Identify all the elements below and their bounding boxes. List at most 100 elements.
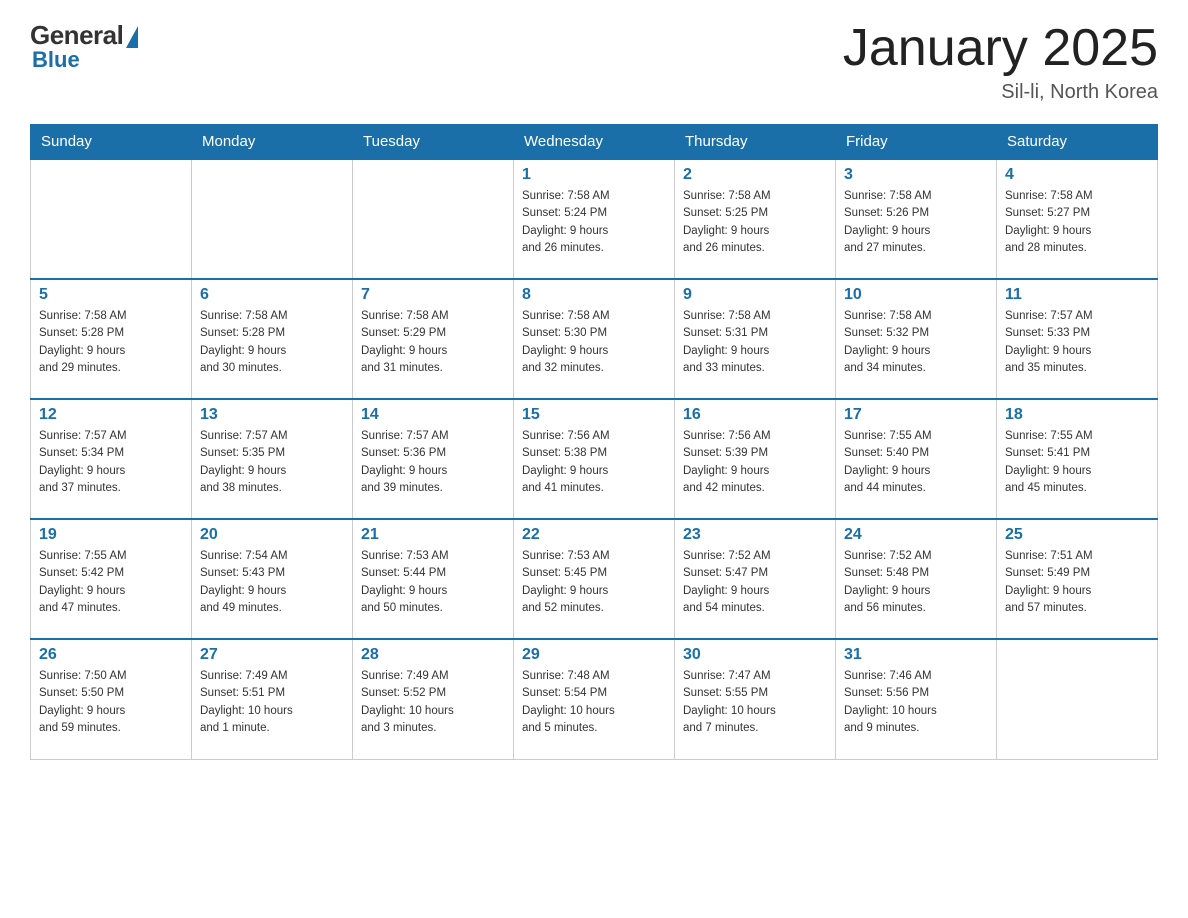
day-info: Sunrise: 7:55 AMSunset: 5:41 PMDaylight:… xyxy=(1005,428,1149,497)
calendar-cell: 17 Sunrise: 7:55 AMSunset: 5:40 PMDayligh… xyxy=(836,399,997,519)
calendar-header-monday: Monday xyxy=(192,125,353,160)
day-info: Sunrise: 7:57 AMSunset: 5:34 PMDaylight:… xyxy=(39,428,183,497)
calendar-cell: 5 Sunrise: 7:58 AMSunset: 5:28 PMDaylight… xyxy=(31,279,192,399)
calendar-cell: 15 Sunrise: 7:56 AMSunset: 5:38 PMDayligh… xyxy=(514,399,675,519)
calendar-cell xyxy=(31,159,192,279)
logo: General Blue xyxy=(30,20,138,73)
calendar-table: SundayMondayTuesdayWednesdayThursdayFrid… xyxy=(30,124,1158,760)
calendar-header-saturday: Saturday xyxy=(997,125,1158,160)
calendar-cell xyxy=(192,159,353,279)
day-number: 19 xyxy=(39,526,183,544)
day-number: 7 xyxy=(361,286,505,304)
day-number: 28 xyxy=(361,646,505,664)
day-info: Sunrise: 7:58 AMSunset: 5:25 PMDaylight:… xyxy=(683,188,827,257)
calendar-header-sunday: Sunday xyxy=(31,125,192,160)
week-row-3: 12Sunrise: 7:57 AMSunset: 5:34 PMDayligh… xyxy=(31,399,1158,519)
day-number: 26 xyxy=(39,646,183,664)
calendar-cell: 25 Sunrise: 7:51 AMSunset: 5:49 PMDayligh… xyxy=(997,519,1158,639)
calendar-cell: 20Sunrise: 7:54 AMSunset: 5:43 PMDayligh… xyxy=(192,519,353,639)
week-row-1: 1 Sunrise: 7:58 AMSunset: 5:24 PMDaylight… xyxy=(31,159,1158,279)
day-info: Sunrise: 7:58 AMSunset: 5:24 PMDaylight:… xyxy=(522,188,666,257)
day-info: Sunrise: 7:58 AMSunset: 5:28 PMDaylight:… xyxy=(39,308,183,377)
day-number: 27 xyxy=(200,646,344,664)
calendar-cell: 13 Sunrise: 7:57 AMSunset: 5:35 PMDayligh… xyxy=(192,399,353,519)
day-info: Sunrise: 7:56 AMSunset: 5:38 PMDaylight:… xyxy=(522,428,666,497)
calendar-cell: 31Sunrise: 7:46 AMSunset: 5:56 PMDayligh… xyxy=(836,639,997,759)
calendar-cell: 2 Sunrise: 7:58 AMSunset: 5:25 PMDaylight… xyxy=(675,159,836,279)
week-row-5: 26 Sunrise: 7:50 AMSunset: 5:50 PMDayligh… xyxy=(31,639,1158,759)
day-info: Sunrise: 7:55 AMSunset: 5:42 PMDaylight:… xyxy=(39,548,183,617)
calendar-header-row: SundayMondayTuesdayWednesdayThursdayFrid… xyxy=(31,125,1158,160)
calendar-cell: 19 Sunrise: 7:55 AMSunset: 5:42 PMDayligh… xyxy=(31,519,192,639)
day-info: Sunrise: 7:49 AMSunset: 5:52 PMDaylight:… xyxy=(361,668,505,737)
calendar-cell: 14Sunrise: 7:57 AMSunset: 5:36 PMDayligh… xyxy=(353,399,514,519)
day-info: Sunrise: 7:57 AMSunset: 5:35 PMDaylight:… xyxy=(200,428,344,497)
calendar-cell: 6Sunrise: 7:58 AMSunset: 5:28 PMDaylight… xyxy=(192,279,353,399)
day-info: Sunrise: 7:47 AMSunset: 5:55 PMDaylight:… xyxy=(683,668,827,737)
calendar-header-tuesday: Tuesday xyxy=(353,125,514,160)
title-section: January 2025 Sil-li, North Korea xyxy=(843,20,1158,104)
logo-blue-text: Blue xyxy=(32,47,80,73)
calendar-cell xyxy=(997,639,1158,759)
day-number: 25 xyxy=(1005,526,1149,544)
calendar-cell: 16Sunrise: 7:56 AMSunset: 5:39 PMDayligh… xyxy=(675,399,836,519)
day-number: 18 xyxy=(1005,406,1149,424)
day-number: 15 xyxy=(522,406,666,424)
day-number: 17 xyxy=(844,406,988,424)
calendar-cell: 12Sunrise: 7:57 AMSunset: 5:34 PMDayligh… xyxy=(31,399,192,519)
day-info: Sunrise: 7:52 AMSunset: 5:48 PMDaylight:… xyxy=(844,548,988,617)
day-info: Sunrise: 7:57 AMSunset: 5:33 PMDaylight:… xyxy=(1005,308,1149,377)
day-number: 29 xyxy=(522,646,666,664)
calendar-cell: 4 Sunrise: 7:58 AMSunset: 5:27 PMDaylight… xyxy=(997,159,1158,279)
calendar-cell: 30 Sunrise: 7:47 AMSunset: 5:55 PMDayligh… xyxy=(675,639,836,759)
calendar-cell: 28 Sunrise: 7:49 AMSunset: 5:52 PMDayligh… xyxy=(353,639,514,759)
day-number: 6 xyxy=(200,286,344,304)
day-info: Sunrise: 7:50 AMSunset: 5:50 PMDaylight:… xyxy=(39,668,183,737)
calendar-cell: 11 Sunrise: 7:57 AMSunset: 5:33 PMDayligh… xyxy=(997,279,1158,399)
day-number: 11 xyxy=(1005,286,1149,304)
logo-triangle-icon xyxy=(126,26,138,48)
day-info: Sunrise: 7:56 AMSunset: 5:39 PMDaylight:… xyxy=(683,428,827,497)
day-number: 1 xyxy=(522,166,666,184)
page-header: General Blue January 2025 Sil-li, North … xyxy=(30,20,1158,104)
calendar-cell: 21 Sunrise: 7:53 AMSunset: 5:44 PMDayligh… xyxy=(353,519,514,639)
day-number: 8 xyxy=(522,286,666,304)
calendar-cell xyxy=(353,159,514,279)
calendar-cell: 29 Sunrise: 7:48 AMSunset: 5:54 PMDayligh… xyxy=(514,639,675,759)
day-info: Sunrise: 7:53 AMSunset: 5:44 PMDaylight:… xyxy=(361,548,505,617)
week-row-2: 5 Sunrise: 7:58 AMSunset: 5:28 PMDaylight… xyxy=(31,279,1158,399)
day-number: 2 xyxy=(683,166,827,184)
day-info: Sunrise: 7:58 AMSunset: 5:26 PMDaylight:… xyxy=(844,188,988,257)
calendar-cell: 18 Sunrise: 7:55 AMSunset: 5:41 PMDayligh… xyxy=(997,399,1158,519)
calendar-header-friday: Friday xyxy=(836,125,997,160)
day-number: 5 xyxy=(39,286,183,304)
day-info: Sunrise: 7:49 AMSunset: 5:51 PMDaylight:… xyxy=(200,668,344,737)
day-info: Sunrise: 7:58 AMSunset: 5:31 PMDaylight:… xyxy=(683,308,827,377)
day-number: 9 xyxy=(683,286,827,304)
calendar-header-thursday: Thursday xyxy=(675,125,836,160)
day-number: 10 xyxy=(844,286,988,304)
day-info: Sunrise: 7:48 AMSunset: 5:54 PMDaylight:… xyxy=(522,668,666,737)
calendar-cell: 27 Sunrise: 7:49 AMSunset: 5:51 PMDayligh… xyxy=(192,639,353,759)
day-number: 20 xyxy=(200,526,344,544)
day-info: Sunrise: 7:58 AMSunset: 5:30 PMDaylight:… xyxy=(522,308,666,377)
day-info: Sunrise: 7:58 AMSunset: 5:32 PMDaylight:… xyxy=(844,308,988,377)
day-number: 31 xyxy=(844,646,988,664)
calendar-cell: 26 Sunrise: 7:50 AMSunset: 5:50 PMDayligh… xyxy=(31,639,192,759)
day-number: 13 xyxy=(200,406,344,424)
day-number: 23 xyxy=(683,526,827,544)
calendar-cell: 9 Sunrise: 7:58 AMSunset: 5:31 PMDaylight… xyxy=(675,279,836,399)
day-info: Sunrise: 7:58 AMSunset: 5:27 PMDaylight:… xyxy=(1005,188,1149,257)
day-info: Sunrise: 7:51 AMSunset: 5:49 PMDaylight:… xyxy=(1005,548,1149,617)
calendar-cell: 22Sunrise: 7:53 AMSunset: 5:45 PMDayligh… xyxy=(514,519,675,639)
week-row-4: 19 Sunrise: 7:55 AMSunset: 5:42 PMDayligh… xyxy=(31,519,1158,639)
day-info: Sunrise: 7:52 AMSunset: 5:47 PMDaylight:… xyxy=(683,548,827,617)
day-number: 22 xyxy=(522,526,666,544)
day-number: 4 xyxy=(1005,166,1149,184)
calendar-cell: 3Sunrise: 7:58 AMSunset: 5:26 PMDaylight… xyxy=(836,159,997,279)
day-number: 30 xyxy=(683,646,827,664)
day-number: 24 xyxy=(844,526,988,544)
day-info: Sunrise: 7:55 AMSunset: 5:40 PMDaylight:… xyxy=(844,428,988,497)
calendar-header-wednesday: Wednesday xyxy=(514,125,675,160)
day-number: 21 xyxy=(361,526,505,544)
